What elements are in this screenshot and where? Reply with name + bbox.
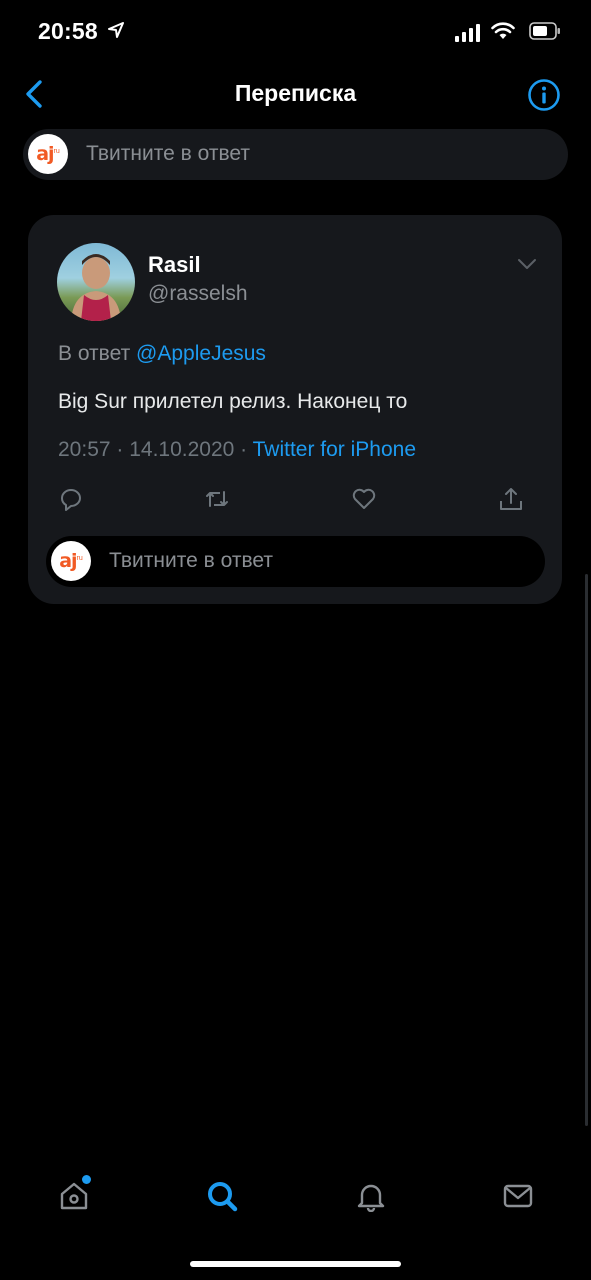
notifications-icon[interactable]: [355, 1180, 387, 1212]
user-avatar[interactable]: [57, 243, 135, 321]
home-indicator: [190, 1261, 401, 1267]
tweet-meta: 20:57 · 14.10.2020 · Twitter for iPhone: [58, 438, 416, 462]
reply-to-line: В ответ @AppleJesus: [58, 342, 266, 366]
scrollbar[interactable]: [585, 574, 588, 1126]
chevron-down-icon[interactable]: [517, 257, 537, 271]
like-icon[interactable]: [351, 486, 377, 512]
battery-icon: [529, 22, 560, 40]
retweet-icon[interactable]: [204, 486, 230, 512]
tweet-text: Big Sur прилетел релиз. Наконец то: [58, 390, 408, 413]
inline-reply-placeholder[interactable]: Твитните в ответ: [109, 549, 273, 573]
search-icon[interactable]: [206, 1180, 238, 1212]
reply-to-mention[interactable]: @AppleJesus: [136, 342, 266, 365]
status-time: 20:58: [38, 18, 98, 44]
signal-icon: [455, 24, 480, 42]
tweet-timestamp: 20:57 · 14.10.2020 ·: [58, 438, 253, 461]
notification-dot: [82, 1175, 91, 1184]
wifi-icon: [491, 22, 515, 39]
reply-placeholder[interactable]: Твитните в ответ: [86, 142, 250, 166]
share-icon[interactable]: [498, 486, 524, 512]
messages-icon[interactable]: [502, 1180, 534, 1212]
reply-icon[interactable]: [58, 486, 84, 512]
home-icon[interactable]: [58, 1180, 90, 1212]
user-display-name[interactable]: Rasil: [148, 252, 201, 278]
user-handle[interactable]: @rasselsh: [148, 282, 248, 306]
location-arrow-icon: [108, 22, 124, 38]
aj-logo-avatar: aj ru: [51, 541, 91, 581]
reply-to-label: В ответ: [58, 342, 131, 365]
page-title: Переписка: [234, 80, 357, 106]
reply-compose-bar[interactable]: aj ru Твитните в ответ: [23, 129, 568, 180]
inline-reply-bar[interactable]: aj ru Твитните в ответ: [46, 536, 545, 587]
tweet-source[interactable]: Twitter for iPhone: [253, 438, 416, 461]
info-icon[interactable]: [527, 78, 561, 112]
aj-logo-avatar: aj ru: [28, 134, 68, 174]
